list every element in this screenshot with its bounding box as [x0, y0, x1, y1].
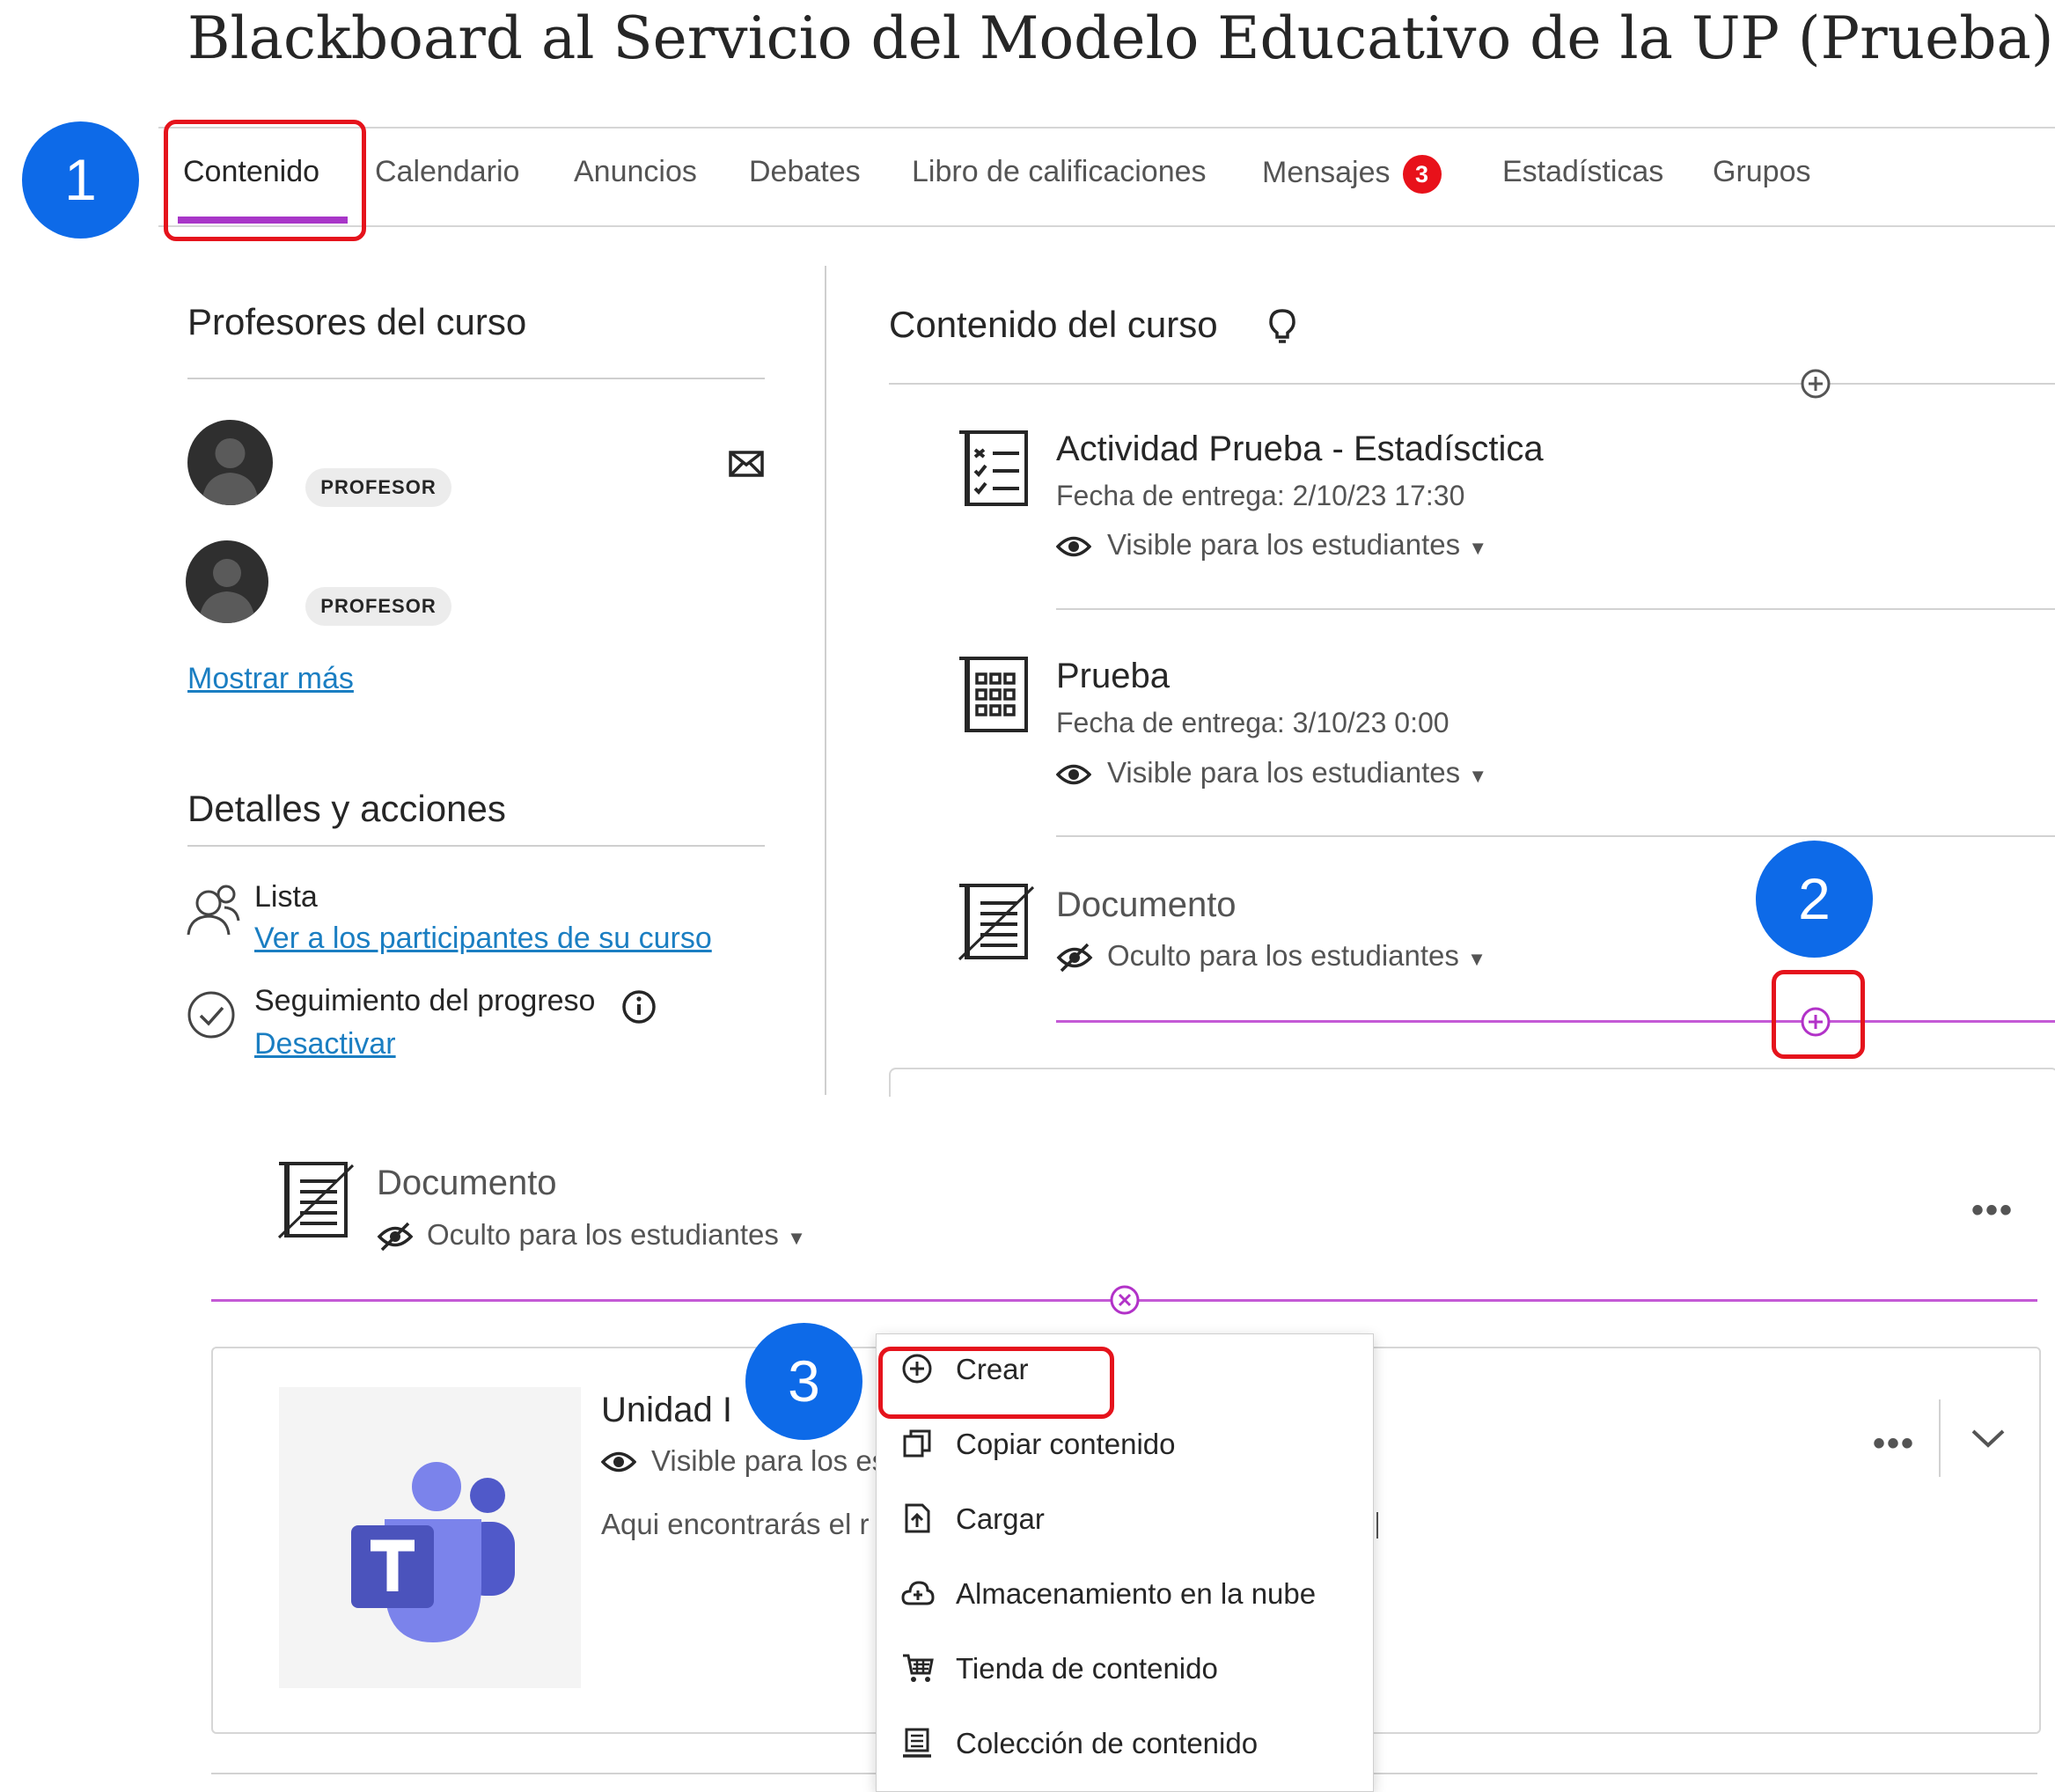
step-marker-2: 2: [1756, 841, 1873, 958]
unit-description: Aqui encontrarás el r: [601, 1508, 870, 1540]
insert-line: [1056, 1020, 2055, 1023]
menu-item-label: Cargar: [956, 1502, 1045, 1535]
caret-down-icon: ▼: [787, 1227, 806, 1249]
tab-gradebook[interactable]: Libro de calificaciones: [912, 155, 1207, 189]
visibility-label: Oculto para los estudiantes: [1107, 939, 1459, 972]
close-insert-icon[interactable]: [1109, 1284, 1141, 1320]
unit-title[interactable]: Unidad I: [601, 1391, 732, 1430]
roster-icon: [186, 884, 240, 941]
course-tab-bar: Contenido Calendario Anuncios Debates Li…: [158, 127, 2055, 227]
content-item-title[interactable]: Actividad Prueba - Estadísctica: [1056, 430, 1544, 469]
chevron-down-icon[interactable]: [1970, 1426, 2007, 1455]
cloud-icon: [901, 1581, 935, 1605]
menu-item-cloud-storage[interactable]: Almacenamiento en la nube: [877, 1563, 1373, 1627]
eye-slash-icon: [1056, 943, 1093, 977]
divider: [1939, 1399, 1941, 1477]
eye-icon: [1055, 533, 1092, 564]
content-item-title[interactable]: Documento: [377, 1164, 557, 1203]
visibility-dropdown[interactable]: Visible para los estudiantes ▼: [1107, 528, 1487, 562]
lightbulb-icon[interactable]: [1267, 308, 1297, 348]
messages-count-badge: 3: [1402, 155, 1442, 194]
menu-item-copy-content[interactable]: Copiar contenido: [877, 1414, 1373, 1477]
tab-analytics[interactable]: Estadísticas: [1502, 155, 1663, 189]
menu-item-label: Tienda de contenido: [956, 1652, 1218, 1685]
upload-icon: [905, 1503, 930, 1533]
tab-messages-label: Mensajes: [1262, 155, 1391, 189]
step-marker-1: 1: [22, 121, 139, 239]
more-options-icon[interactable]: •••: [1971, 1191, 2014, 1230]
test-icon: [956, 655, 1033, 738]
visibility-dropdown[interactable]: Visible para los estudiantes ▼: [1107, 756, 1487, 790]
caret-down-icon: ▼: [1468, 537, 1488, 559]
visibility-label: Visible para los estudiantes: [1107, 756, 1461, 789]
menu-item-label: Colección de contenido: [956, 1727, 1259, 1759]
store-icon: [903, 1654, 934, 1682]
progress-label: Seguimiento del progreso: [254, 984, 596, 1017]
tab-messages[interactable]: Mensajes 3: [1262, 155, 1442, 194]
details-heading: Detalles y acciones: [187, 788, 506, 829]
menu-item-content-collection[interactable]: Colección de contenido: [877, 1713, 1373, 1776]
assignment-icon: [956, 429, 1033, 512]
info-icon[interactable]: [621, 989, 657, 1029]
visibility-label: Oculto para los estudiantes: [427, 1218, 779, 1251]
collection-icon: [903, 1728, 931, 1758]
divider: [187, 378, 765, 379]
document-hidden-icon: [956, 882, 1035, 966]
highlight-tab-content: [164, 120, 366, 241]
teams-logo-icon: [351, 1462, 515, 1642]
more-options-icon[interactable]: •••: [1873, 1424, 1915, 1464]
role-badge: PROFESOR: [305, 468, 451, 507]
due-date: Fecha de entrega: 2/10/23 17:30: [1056, 480, 1465, 511]
menu-item-label: Copiar contenido: [956, 1428, 1176, 1460]
progress-check-icon: [186, 989, 237, 1045]
tab-discussions[interactable]: Debates: [749, 155, 861, 189]
highlight-create-item: [878, 1347, 1114, 1419]
role-badge: PROFESOR: [305, 587, 451, 626]
visibility-dropdown[interactable]: Oculto para los estudiantes ▼: [1107, 939, 1486, 973]
progress-toggle-link[interactable]: Desactivar: [254, 1027, 396, 1061]
divider: [889, 383, 2055, 385]
copy-icon: [903, 1429, 931, 1458]
avatar[interactable]: [187, 420, 273, 505]
caret-down-icon: ▼: [1468, 765, 1488, 787]
text-cursor: [1376, 1512, 1378, 1539]
highlight-add-button: [1772, 970, 1865, 1059]
show-more-link[interactable]: Mostrar más: [187, 662, 354, 696]
visibility-label: Visible para los estudiantes: [1107, 528, 1461, 561]
avatar[interactable]: [186, 540, 268, 623]
step-marker-3: 3: [745, 1323, 862, 1440]
column-divider: [825, 266, 826, 1095]
tab-groups[interactable]: Grupos: [1713, 155, 1811, 189]
due-date: Fecha de entrega: 3/10/23 0:00: [1056, 707, 1450, 738]
menu-item-upload[interactable]: Cargar: [877, 1488, 1373, 1552]
course-content-heading: Contenido del curso: [889, 304, 1218, 345]
tab-announcements[interactable]: Anuncios: [574, 155, 697, 189]
divider: [1056, 608, 2055, 610]
course-title: Blackboard al Servicio del Modelo Educat…: [187, 4, 2054, 72]
tab-calendar[interactable]: Calendario: [375, 155, 519, 189]
envelope-icon[interactable]: [729, 449, 764, 483]
roster-label: Lista: [254, 880, 318, 914]
visibility-label[interactable]: Visible para los es: [651, 1444, 886, 1478]
eye-icon: [1055, 761, 1092, 792]
content-item-title[interactable]: Documento: [1056, 885, 1237, 925]
roster-link[interactable]: Ver a los participantes de su curso: [254, 922, 712, 956]
divider: [187, 845, 765, 847]
document-hidden-icon: [275, 1160, 355, 1244]
menu-item-label: Almacenamiento en la nube: [956, 1577, 1317, 1610]
unit-thumbnail: [279, 1387, 581, 1688]
instructors-heading: Profesores del curso: [187, 301, 527, 342]
eye-icon: [600, 1449, 637, 1480]
next-card-edge: [889, 1068, 2055, 1097]
visibility-dropdown[interactable]: Oculto para los estudiantes ▼: [427, 1218, 806, 1252]
eye-slash-icon: [377, 1222, 414, 1256]
caret-down-icon: ▼: [1467, 948, 1486, 970]
content-item-title[interactable]: Prueba: [1056, 657, 1170, 696]
menu-item-content-market[interactable]: Tienda de contenido: [877, 1638, 1373, 1701]
divider: [1056, 835, 2055, 837]
add-content-plus-icon[interactable]: [1800, 368, 1831, 404]
